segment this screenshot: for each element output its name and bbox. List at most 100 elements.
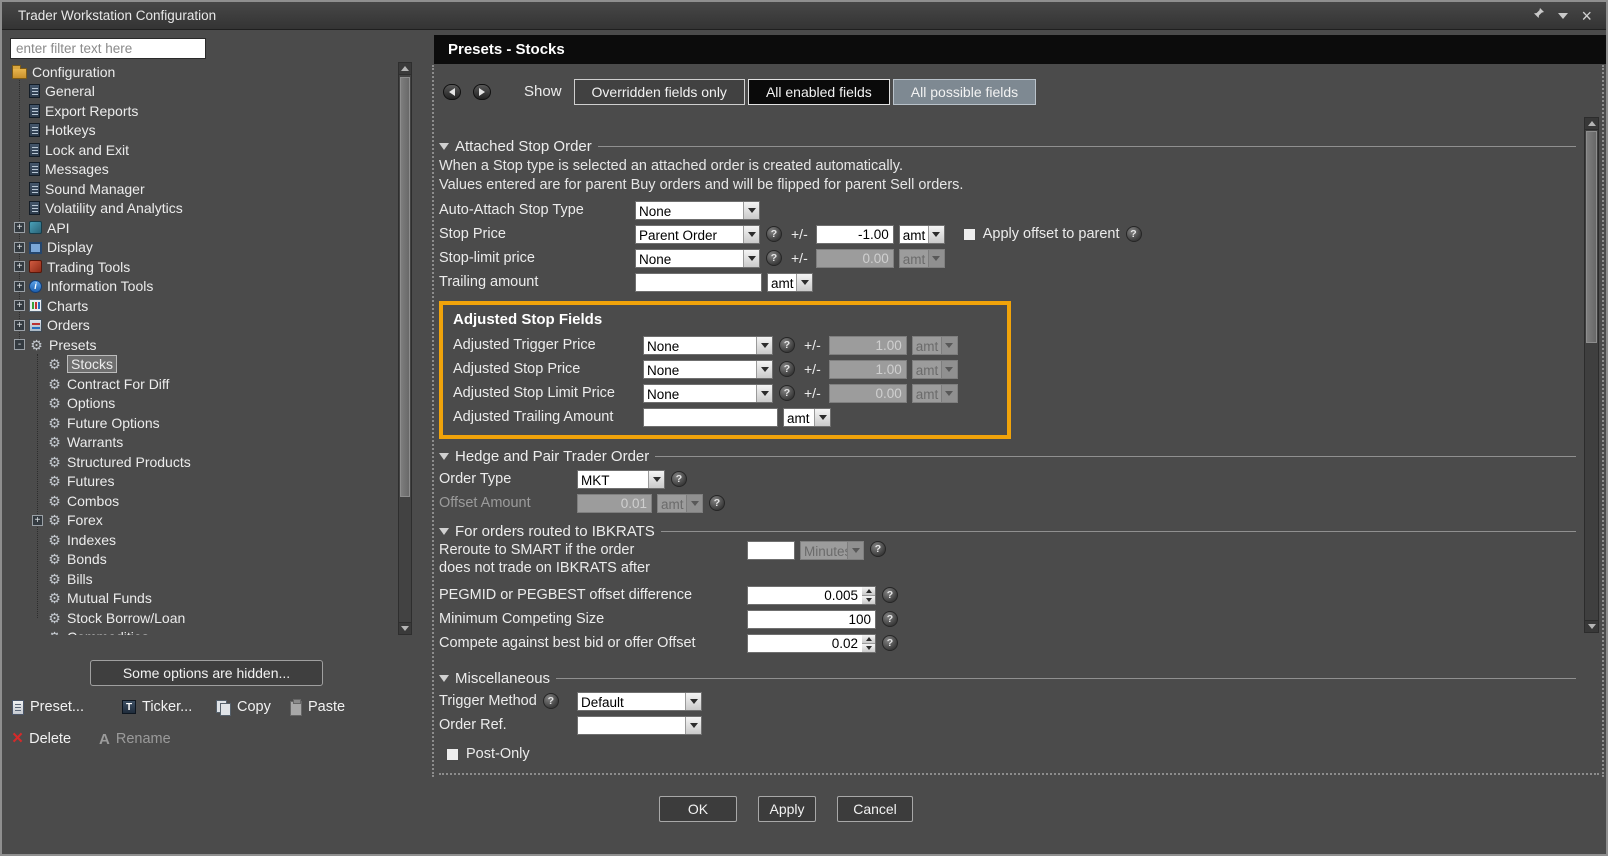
pin-icon[interactable] [1533,7,1545,25]
stop-limit-type-select[interactable]: None [635,249,760,268]
spinner-buttons[interactable] [862,586,876,605]
collapse-triangle-icon[interactable] [439,453,449,460]
apply-offset-to-parent-checkbox[interactable] [963,228,976,241]
tree-item-lock-and-exit[interactable]: Lock and Exit [7,140,397,160]
show-all-enabled-fields-button[interactable]: All enabled fields [748,79,890,105]
chevron-down-icon[interactable] [1558,13,1568,19]
order-ref-select[interactable] [577,716,702,735]
help-icon[interactable]: ? [779,385,795,401]
tree-item-futures[interactable]: ⚙Futures [7,472,397,492]
minimum-competing-size-input[interactable] [747,610,876,629]
filter-input[interactable] [10,38,206,59]
ticker-button[interactable]: T Ticker... [122,696,192,718]
help-icon[interactable]: ? [709,495,725,511]
tree-item-commodities[interactable]: ⚙Commodities [7,628,397,636]
tree-item-presets[interactable]: -⚙Presets [7,335,397,355]
scroll-down-icon[interactable] [399,622,411,634]
help-icon[interactable]: ? [766,226,782,242]
pegmid-offset-input[interactable] [747,586,862,605]
order-type-select[interactable]: MKT [577,470,665,489]
compete-offset-input[interactable] [747,634,862,653]
tree-item-contract-for-diff[interactable]: ⚙Contract For Diff [7,374,397,394]
titlebar[interactable]: Trader Workstation Configuration × [2,2,1606,30]
expand-icon[interactable]: + [14,222,25,233]
apply-button[interactable]: Apply [758,796,816,822]
expand-icon[interactable]: + [14,320,25,331]
stop-price-offset-input[interactable] [816,225,894,244]
adjusted-trailing-amount-unit-select[interactable]: amt [783,408,831,427]
delete-button[interactable]: × Delete [12,728,71,750]
tree-item-indexes[interactable]: ⚙Indexes [7,530,397,550]
tree-item-bills[interactable]: ⚙Bills [7,569,397,589]
close-icon[interactable]: × [1581,9,1592,23]
show-overridden-fields-button[interactable]: Overridden fields only [574,79,745,105]
tree-item-options[interactable]: ⚙Options [7,394,397,414]
tree-item-display[interactable]: +Display [7,238,397,258]
trigger-method-select[interactable]: Default [577,692,702,711]
stop-price-type-select[interactable]: Parent Order [635,225,760,244]
expand-icon[interactable]: + [14,261,25,272]
tree-item-stock-borrow-loan[interactable]: ⚙Stock Borrow/Loan [7,608,397,628]
tree-item-forex[interactable]: +⚙Forex [7,511,397,531]
scrollbar-thumb[interactable] [1586,131,1597,343]
tree-item-future-options[interactable]: ⚙Future Options [7,413,397,433]
tree-item-configuration[interactable]: Configuration [7,62,397,82]
trailing-amount-input[interactable] [635,273,762,292]
scrollbar-thumb[interactable] [400,77,410,497]
compete-offset-spinner[interactable] [747,634,876,653]
post-only-checkbox[interactable] [446,748,459,761]
spin-up-icon[interactable] [862,587,875,596]
pegmid-offset-spinner[interactable] [747,586,876,605]
tree-item-warrants[interactable]: ⚙Warrants [7,433,397,453]
tree-item-api[interactable]: +API [7,218,397,238]
help-icon[interactable]: ? [543,693,559,709]
expand-icon[interactable]: + [14,281,25,292]
collapse-triangle-icon[interactable] [439,675,449,682]
tree-item-messages[interactable]: Messages [7,160,397,180]
adjusted-trigger-price-select[interactable]: None [643,336,773,355]
preset-button[interactable]: Preset... [12,696,84,718]
expand-icon[interactable]: + [14,242,25,253]
adjusted-stop-limit-price-select[interactable]: None [643,384,773,403]
tree-item-bonds[interactable]: ⚙Bonds [7,550,397,570]
tree-item-charts[interactable]: +Charts [7,296,397,316]
tree-item-hotkeys[interactable]: Hotkeys [7,121,397,141]
panel-splitter[interactable] [432,65,434,777]
help-icon[interactable]: ? [1126,226,1142,242]
cancel-button[interactable]: Cancel [837,796,913,822]
scroll-down-icon[interactable] [1585,620,1598,632]
help-icon[interactable]: ? [882,611,898,627]
adjusted-trailing-amount-input[interactable] [643,408,778,427]
reroute-minutes-input[interactable] [747,541,795,560]
help-icon[interactable]: ? [779,337,795,353]
expand-icon[interactable]: + [32,515,43,526]
stop-price-unit-select[interactable]: amt [899,225,945,244]
tree-item-export-reports[interactable]: Export Reports [7,101,397,121]
tree-item-general[interactable]: General [7,82,397,102]
tree-scrollbar[interactable] [398,62,412,635]
scroll-up-icon[interactable] [1585,118,1598,130]
adjusted-stop-price-select[interactable]: None [643,360,773,379]
tree-item-volatility-and-analytics[interactable]: Volatility and Analytics [7,199,397,219]
paste-button[interactable]: Paste [290,696,345,718]
main-scrollbar[interactable] [1584,117,1599,633]
tree-item-trading-tools[interactable]: +Trading Tools [7,257,397,277]
spin-down-icon[interactable] [862,596,875,604]
help-icon[interactable]: ? [882,635,898,651]
spinner-buttons[interactable] [862,634,876,653]
expand-icon[interactable]: + [14,300,25,311]
help-icon[interactable]: ? [671,471,687,487]
collapse-icon[interactable]: - [14,339,25,350]
tree-item-orders[interactable]: +Orders [7,316,397,336]
tree-item-mutual-funds[interactable]: ⚙Mutual Funds [7,589,397,609]
options-hidden-button[interactable]: Some options are hidden... [90,660,323,686]
show-all-possible-fields-button[interactable]: All possible fields [893,79,1036,105]
help-icon[interactable]: ? [779,361,795,377]
tree-item-information-tools[interactable]: +iInformation Tools [7,277,397,297]
tree-item-combos[interactable]: ⚙Combos [7,491,397,511]
tree-item-sound-manager[interactable]: Sound Manager [7,179,397,199]
spin-down-icon[interactable] [862,644,875,652]
collapse-triangle-icon[interactable] [439,143,449,150]
help-icon[interactable]: ? [882,587,898,603]
help-icon[interactable]: ? [870,541,886,557]
